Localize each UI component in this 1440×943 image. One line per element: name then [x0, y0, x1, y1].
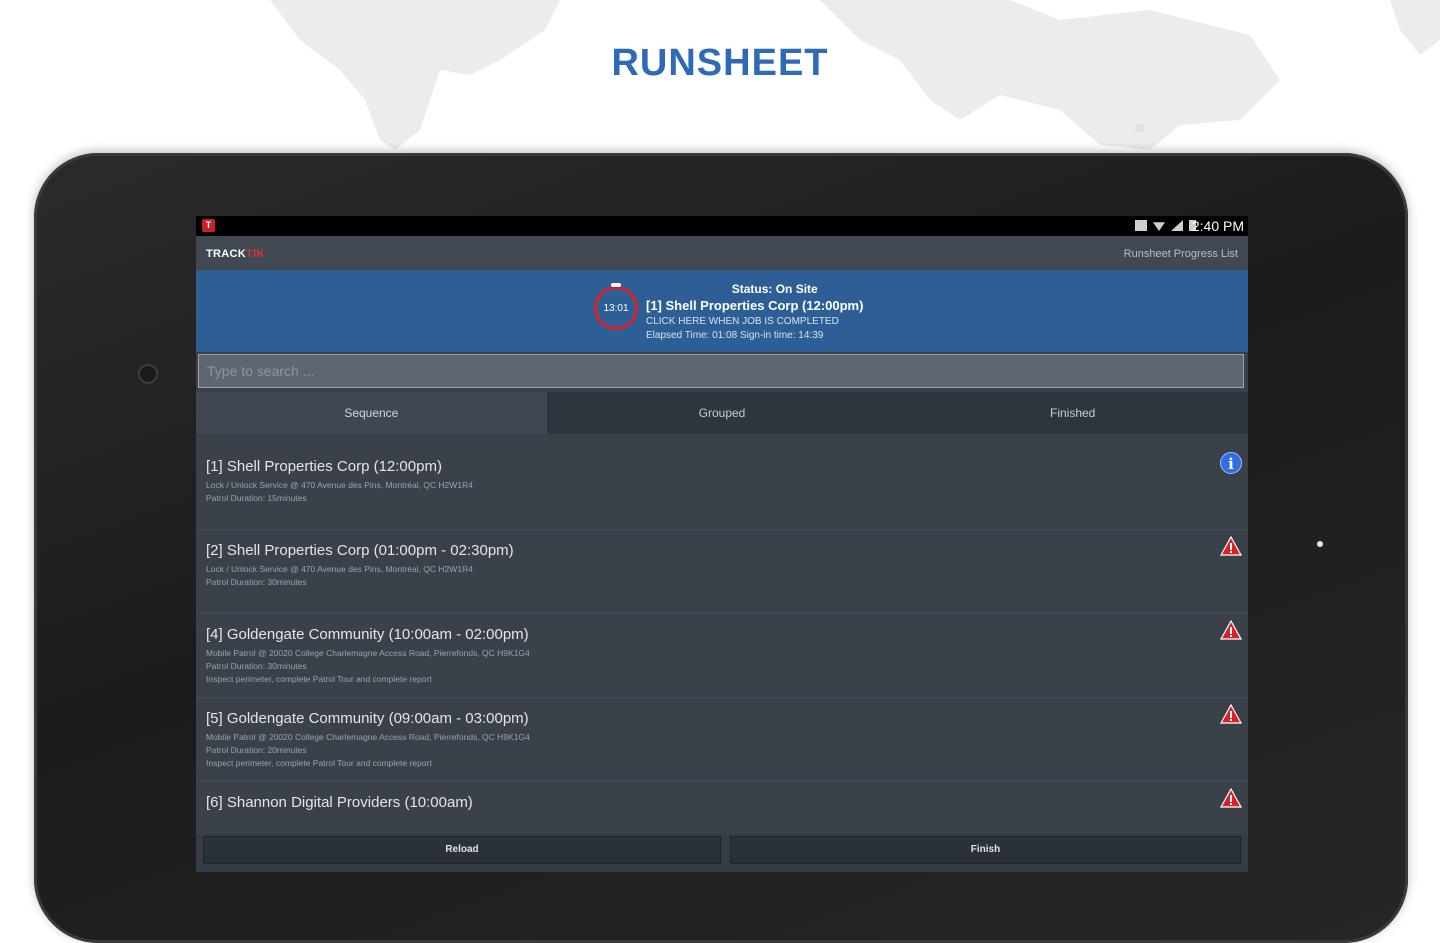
job-detail: Mobile Patrol @ 20020 College Charlemagn… [206, 648, 530, 658]
status-icons [1135, 220, 1196, 231]
tab-grouped[interactable]: Grouped [546, 392, 898, 434]
job-title: [4] Goldengate Community (10:00am - 02:0… [206, 626, 529, 643]
camera-icon [138, 364, 158, 384]
list-item[interactable]: [2] Shell Properties Corp (01:00pm - 02:… [196, 530, 1248, 614]
app-screen: T 2:40 PM TRACKTIK Runsheet Progress Lis… [196, 216, 1248, 872]
timer-value: 13:01 [603, 302, 629, 314]
job-list: [1] Shell Properties Corp (12:00pm) Lock… [196, 446, 1248, 834]
job-title: [2] Shell Properties Corp (01:00pm - 02:… [206, 542, 514, 559]
warning-icon[interactable] [1220, 536, 1242, 556]
logo-tik-text: TIK [246, 248, 265, 260]
status-clock: 2:40 PM [1191, 218, 1244, 234]
job-detail: Patrol Duration: 30minutes [206, 577, 307, 587]
warning-icon[interactable] [1220, 620, 1242, 640]
tab-bar: Sequence Grouped Finished [196, 392, 1248, 434]
job-status: Status: On Site [731, 282, 818, 296]
list-item[interactable]: [1] Shell Properties Corp (12:00pm) Lock… [196, 446, 1248, 530]
search-input[interactable] [198, 354, 1244, 388]
reload-button[interactable]: Reload [203, 836, 721, 864]
job-detail: Patrol Duration: 30minutes [206, 661, 307, 671]
complete-job-hint: CLICK HERE WHEN JOB IS COMPLETED [646, 316, 839, 327]
job-title: [6] Shannon Digital Providers (10:00am) [206, 794, 473, 811]
elapsed-time: Elapsed Time: 01:08 Sign-in time: 14:39 [646, 330, 824, 341]
tab-sequence[interactable]: Sequence [196, 392, 547, 434]
list-item[interactable]: [4] Goldengate Community (10:00am - 02:0… [196, 614, 1248, 698]
runsheet-progress-list-menu[interactable]: Runsheet Progress List [1124, 248, 1238, 260]
job-detail: Mobile Patrol @ 20020 College Charlemagn… [206, 732, 530, 742]
job-detail: Lock / Unlock Service @ 470 Avenue des P… [206, 564, 473, 574]
mute-icon [1135, 220, 1147, 231]
job-detail: Inspect perimeter, complete Patrol Tour … [206, 674, 432, 684]
job-title: [1] Shell Properties Corp (12:00pm) [206, 458, 442, 475]
list-item[interactable]: [5] Goldengate Community (09:00am - 03:0… [196, 698, 1248, 782]
tab-finished[interactable]: Finished [897, 392, 1248, 434]
current-job-title: [1] Shell Properties Corp (12:00pm) [646, 298, 864, 313]
tracktik-logo: TRACKTIK [206, 248, 265, 260]
footer-bar: Reload Finish [196, 834, 1248, 872]
job-detail: Lock / Unlock Service @ 470 Avenue des P… [206, 480, 473, 490]
list-item[interactable]: [6] Shannon Digital Providers (10:00am) [196, 782, 1248, 834]
info-icon[interactable]: i [1220, 452, 1242, 474]
status-bar: T 2:40 PM [196, 216, 1248, 236]
job-detail: Inspect perimeter, complete Patrol Tour … [206, 758, 432, 768]
warning-icon[interactable] [1220, 788, 1242, 808]
app-bar: TRACKTIK Runsheet Progress List [196, 236, 1248, 270]
current-job-banner[interactable]: 13:01 Status: On Site [1] Shell Properti… [196, 270, 1248, 352]
signal-icon [1171, 220, 1183, 231]
sensor-dot [1317, 541, 1323, 547]
page-title: RUNSHEET [611, 42, 829, 84]
job-detail: Patrol Duration: 20minutes [206, 745, 307, 755]
job-detail: Patrol Duration: 15minutes [206, 493, 307, 503]
warning-icon[interactable] [1220, 704, 1242, 724]
wifi-icon [1153, 222, 1165, 231]
notification-icon: T [202, 219, 215, 232]
stopwatch-icon: 13:01 [594, 283, 638, 330]
finish-button[interactable]: Finish [730, 836, 1241, 864]
job-title: [5] Goldengate Community (09:00am - 03:0… [206, 710, 529, 727]
logo-track-text: TRACK [206, 248, 246, 260]
